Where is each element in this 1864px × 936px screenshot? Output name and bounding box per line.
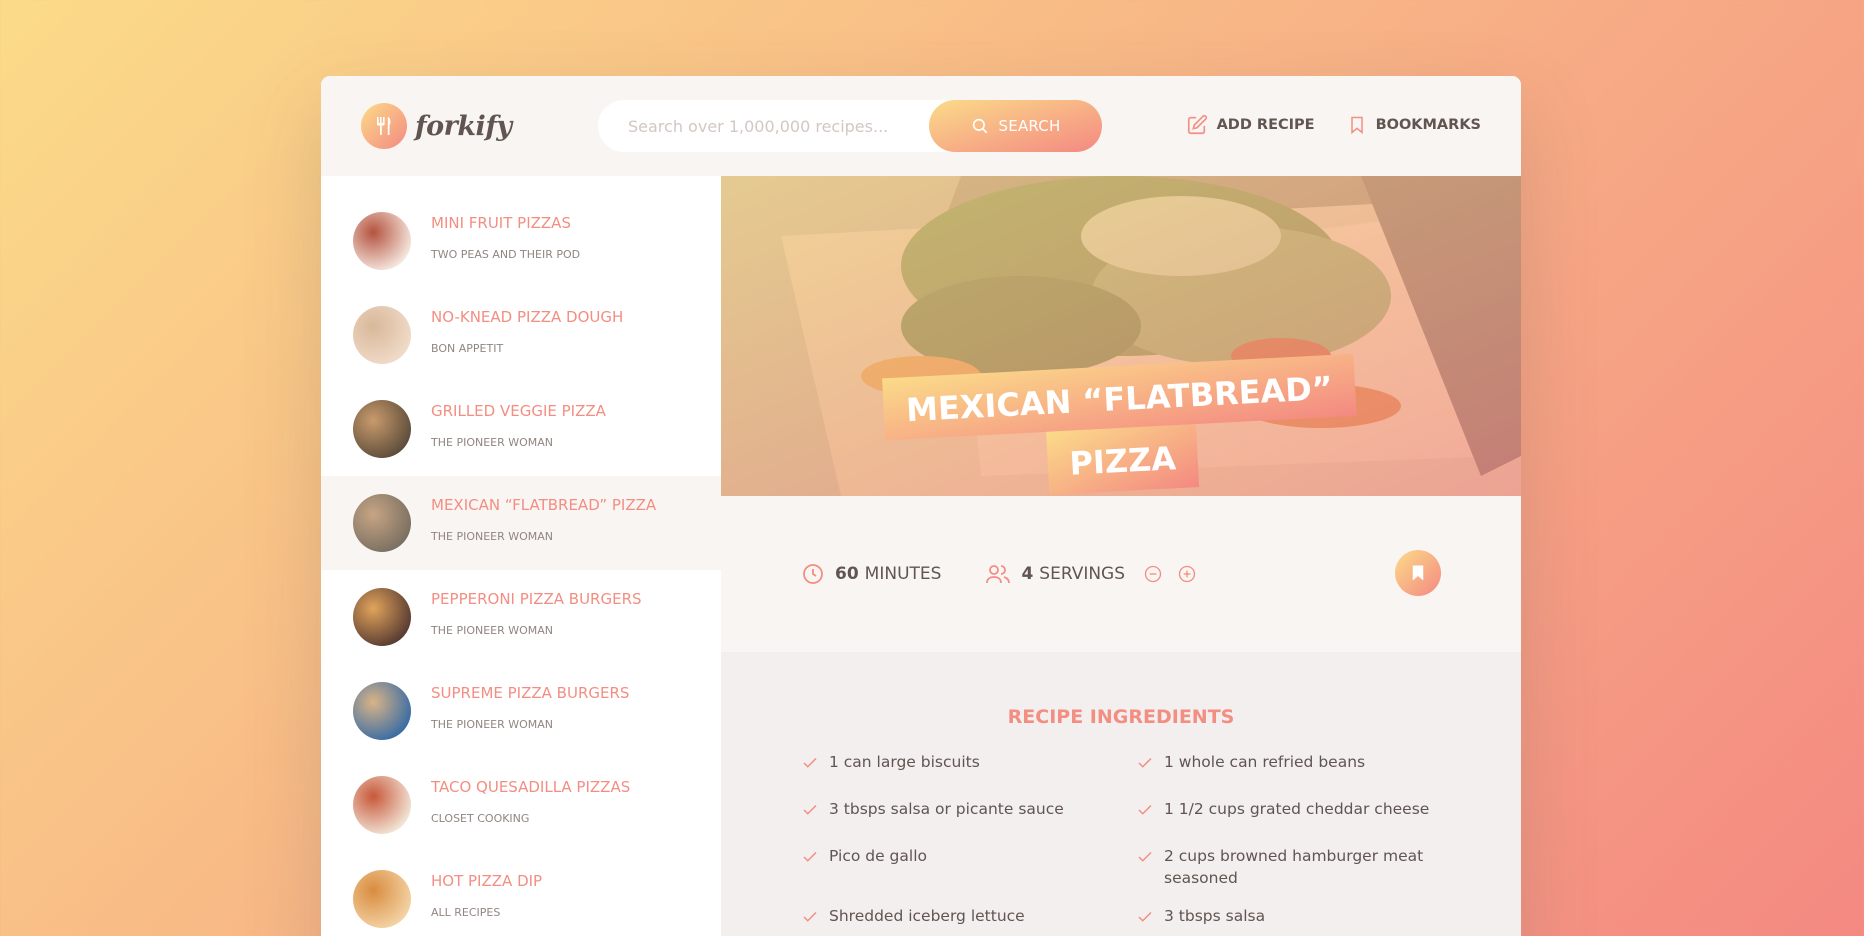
recipe-details: 60 MINUTES 4 SERVINGS [721, 496, 1521, 652]
ingredient-text: 3 tbsps salsa or picante sauce [829, 800, 1064, 818]
result-title: TACO QUESADILLA PIZZAS [431, 778, 631, 796]
ingredient-text: 2 cups browned hamburger meat seasoned [1164, 847, 1424, 887]
check-icon [803, 757, 817, 768]
result-publisher: THE PIONEER WOMAN [431, 530, 554, 543]
result-title: GRILLED VEGGIE PIZZA [431, 402, 606, 420]
search-form: SEARCH [598, 100, 1102, 152]
result-thumbnail [353, 494, 411, 552]
decrease-servings-button[interactable] [1143, 564, 1173, 584]
ingredient-text: Pico de gallo [829, 847, 927, 865]
result-item[interactable]: MINI FRUIT PIZZAS TWO PEAS AND THEIR POD [321, 194, 721, 288]
ingredient-item: 2 cups browned hamburger meat seasoned [1136, 846, 1436, 889]
result-item[interactable]: NO-KNEAD PIZZA DOUGH BON APPETIT [321, 288, 721, 382]
edit-icon [1187, 114, 1207, 135]
recipe-image: MEXICAN “FLATBREAD” PIZZA [721, 176, 1521, 496]
result-publisher: TWO PEAS AND THEIR POD [431, 248, 581, 261]
check-icon [1138, 851, 1152, 862]
servings: 4 SERVINGS [985, 562, 1211, 586]
bookmarks-label: BOOKMARKS [1375, 117, 1481, 133]
plus-circle-icon [1178, 565, 1196, 583]
ingredient-item: 3 tbsps salsa [1136, 906, 1436, 928]
ingredient-text: Shredded iceberg lettuce [829, 907, 1025, 925]
ingredient-text: 1 can large biscuits [829, 753, 980, 771]
add-recipe-label: ADD RECIPE [1216, 117, 1315, 133]
servings-value: 4 [1021, 564, 1034, 584]
result-thumbnail [353, 776, 411, 834]
search-input[interactable] [628, 116, 958, 136]
result-publisher: CLOSET COOKING [431, 812, 530, 825]
logo[interactable]: forkify [361, 103, 512, 149]
result-thumbnail [353, 588, 411, 646]
users-icon [986, 565, 1011, 584]
search-button-label: SEARCH [998, 117, 1061, 135]
add-recipe-button[interactable]: ADD RECIPE [1186, 114, 1315, 136]
result-thumbnail [353, 870, 411, 928]
minus-circle-icon [1144, 565, 1162, 583]
ingredient-text: 3 tbsps salsa [1164, 907, 1266, 925]
check-icon [803, 804, 817, 815]
recipe-ingredients: RECIPE INGREDIENTS 1 can large biscuits 1… [721, 652, 1521, 936]
app-container: forkify SEARCH ADD RECIPE BOOKMARKS MINI… [321, 76, 1521, 936]
ingredient-item: 1 can large biscuits [801, 752, 1101, 774]
result-item[interactable]: PEPPERONI PIZZA BURGERS THE PIONEER WOMAN [321, 570, 721, 664]
search-results: MINI FRUIT PIZZAS TWO PEAS AND THEIR POD N… [321, 176, 721, 936]
result-publisher: THE PIONEER WOMAN [431, 624, 554, 637]
increase-servings-button[interactable] [1177, 564, 1207, 584]
ingredient-item: Shredded iceberg lettuce [801, 906, 1101, 928]
cooking-time: 60 MINUTES [801, 562, 941, 586]
check-icon [1138, 804, 1152, 815]
ingredient-item: 1 whole can refried beans [1136, 752, 1436, 774]
check-icon [1138, 757, 1152, 768]
bookmark-recipe-button[interactable] [1395, 550, 1441, 596]
ingredient-text: 1 whole can refried beans [1164, 753, 1366, 771]
result-publisher: THE PIONEER WOMAN [431, 718, 554, 731]
search-icon [972, 118, 987, 134]
result-item[interactable]: TACO QUESADILLA PIZZAS CLOSET COOKING [321, 758, 721, 852]
result-title: NO-KNEAD PIZZA DOUGH [431, 308, 624, 326]
ingredient-text: 1 1/2 cups grated cheddar cheese [1164, 800, 1430, 818]
result-thumbnail [353, 682, 411, 740]
result-title: MEXICAN “FLATBREAD” PIZZA [431, 496, 657, 514]
result-item[interactable]: MEXICAN “FLATBREAD” PIZZA THE PIONEER WOM… [321, 476, 721, 570]
result-item[interactable]: HOT PIZZA DIP ALL RECIPES [321, 852, 721, 936]
result-thumbnail [353, 212, 411, 270]
check-icon [803, 911, 817, 922]
result-title: SUPREME PIZZA BURGERS [431, 684, 630, 702]
servings-unit: SERVINGS [1039, 564, 1126, 584]
ingredients-heading: RECIPE INGREDIENTS [1007, 706, 1235, 728]
result-thumbnail [353, 400, 411, 458]
app-name: forkify [415, 110, 512, 142]
bookmark-fill-icon [1412, 565, 1424, 581]
result-publisher: THE PIONEER WOMAN [431, 436, 554, 449]
result-thumbnail [353, 306, 411, 364]
result-publisher: ALL RECIPES [431, 906, 501, 919]
ingredient-item: Pico de gallo [801, 846, 1101, 868]
servings-controls [1143, 564, 1211, 584]
ingredient-item: 3 tbsps salsa or picante sauce [801, 799, 1101, 821]
result-publisher: BON APPETIT [431, 342, 504, 355]
recipe-view: MEXICAN “FLATBREAD” PIZZA 60 MINUTES 4 S… [721, 176, 1521, 936]
check-icon [803, 851, 817, 862]
bookmarks-button[interactable]: BOOKMARKS [1347, 114, 1481, 136]
bookmark-icon [1350, 116, 1363, 135]
result-title: HOT PIZZA DIP [431, 872, 543, 890]
result-item[interactable]: SUPREME PIZZA BURGERS THE PIONEER WOMAN [321, 664, 721, 758]
result-title: MINI FRUIT PIZZAS [431, 214, 571, 232]
result-title: PEPPERONI PIZZA BURGERS [431, 590, 642, 608]
fork-knife-icon [361, 103, 407, 149]
top-nav: ADD RECIPE BOOKMARKS [1186, 114, 1481, 136]
cooking-time-unit: MINUTES [864, 564, 942, 584]
recipe-title-line-2: PIZZA [1045, 424, 1200, 495]
result-item[interactable]: GRILLED VEGGIE PIZZA THE PIONEER WOMAN [321, 382, 721, 476]
clock-icon [803, 564, 823, 584]
search-button[interactable]: SEARCH [929, 100, 1102, 152]
check-icon [1138, 911, 1152, 922]
header: forkify SEARCH ADD RECIPE BOOKMARKS [321, 76, 1521, 176]
cooking-time-value: 60 [835, 564, 859, 584]
ingredient-item: 1 1/2 cups grated cheddar cheese [1136, 799, 1436, 821]
